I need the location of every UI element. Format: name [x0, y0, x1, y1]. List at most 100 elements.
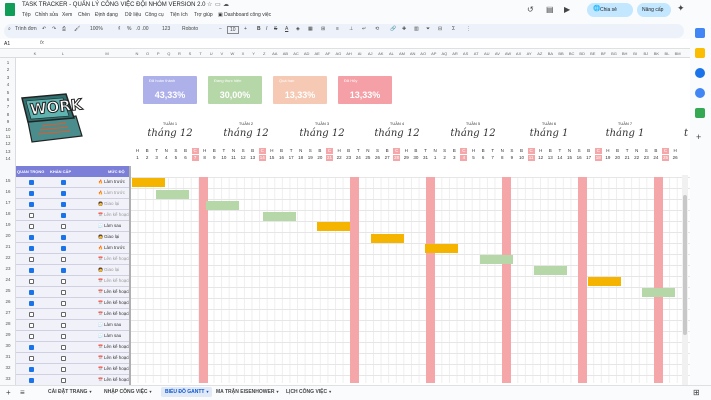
strikethrough-icon[interactable]: S	[274, 26, 277, 32]
column-letter[interactable]: W	[227, 51, 237, 56]
column-letter[interactable]: BM	[673, 51, 683, 56]
table-row[interactable]: 📅Lên kế hoạch	[16, 375, 131, 385]
sheet-tab[interactable]: BIỂU ĐỒ GANTT ▾	[161, 387, 213, 397]
important-checkbox[interactable]	[29, 246, 34, 251]
urgent-checkbox[interactable]	[61, 180, 66, 185]
menu-file[interactable]: Tệp	[22, 12, 31, 18]
all-sheets-icon[interactable]: ≡	[20, 388, 25, 397]
table-row[interactable]: 📅Lên kế hoạch	[16, 298, 131, 309]
important-checkbox[interactable]	[29, 290, 34, 295]
gantt-bar[interactable]	[480, 255, 513, 264]
functions-icon[interactable]: Σ	[452, 26, 455, 32]
column-letter[interactable]: V	[217, 51, 227, 56]
table-row[interactable]: 🧾Làm sau	[16, 320, 129, 331]
row-number[interactable]: 1	[0, 60, 16, 65]
column-letter[interactable]: BL	[662, 51, 672, 56]
filter-icon[interactable]: ⏷	[426, 26, 430, 32]
row-number[interactable]: 4	[0, 82, 16, 87]
wrap-icon[interactable]: ↵	[362, 26, 366, 32]
filter-views-icon[interactable]: ⊟	[438, 26, 442, 32]
column-letter[interactable]: BF	[598, 51, 608, 56]
column-letter[interactable]: AP	[429, 51, 439, 56]
menu-format[interactable]: Định dạng	[95, 12, 118, 18]
sheet-tab[interactable]: NHẬP CÔNG VIỆC ▾	[104, 389, 152, 395]
scrollbar-thumb[interactable]	[683, 195, 687, 335]
table-row[interactable]: 📅Lên kế hoạch	[16, 276, 131, 287]
column-letter[interactable]: AZ	[535, 51, 545, 56]
column-letter[interactable]: AJ	[365, 51, 375, 56]
row-number[interactable]: 29	[0, 332, 16, 337]
add-sheet-icon[interactable]: +	[6, 388, 11, 397]
column-letter[interactable]: T	[196, 51, 206, 56]
urgent-checkbox[interactable]	[61, 290, 66, 295]
urgent-checkbox[interactable]	[61, 213, 66, 218]
number-format[interactable]: 123	[162, 26, 170, 32]
table-row[interactable]: 📅Lên kế hoạch	[16, 364, 131, 375]
important-checkbox[interactable]	[29, 356, 34, 361]
table-row[interactable]: 📅Lên kế hoạch	[16, 309, 131, 320]
row-number[interactable]: 24	[0, 277, 16, 282]
comment-add-icon[interactable]: ✚	[402, 26, 406, 32]
column-letter[interactable]: AQ	[439, 51, 449, 56]
important-checkbox[interactable]	[29, 257, 34, 262]
gantt-bar[interactable]	[371, 234, 404, 243]
tab-dropdown-icon[interactable]: ▾	[89, 389, 91, 394]
urgent-checkbox[interactable]	[61, 202, 66, 207]
gantt-bar[interactable]	[263, 212, 296, 221]
table-row[interactable]: 🧾Làm sau	[16, 221, 129, 232]
row-number[interactable]: 3	[0, 75, 16, 80]
urgent-checkbox[interactable]	[61, 279, 66, 284]
column-letter[interactable]: AT	[471, 51, 481, 56]
tab-dropdown-icon[interactable]: ▾	[329, 389, 331, 394]
important-checkbox[interactable]	[29, 180, 34, 185]
column-letter[interactable]: M	[102, 51, 112, 56]
row-number[interactable]: 25	[0, 288, 16, 293]
tab-dropdown-icon[interactable]: ▾	[150, 389, 152, 394]
sheet-grid[interactable]: K L M N O P Q R S T U V W X Y Z AA AB AC AD AE AF AG AH AI AJ AK AL…	[0, 50, 690, 385]
row-number[interactable]: 23	[0, 266, 16, 271]
gantt-bar[interactable]	[588, 277, 621, 286]
table-row[interactable]: 📅Lên kế hoạch	[16, 254, 131, 265]
font-select[interactable]: Roboto	[182, 26, 198, 32]
menu-tools[interactable]: Công cụ	[145, 12, 164, 18]
decimal-format[interactable]: .0 .00	[136, 26, 149, 32]
urgent-checkbox[interactable]	[61, 334, 66, 339]
column-letter[interactable]: U	[206, 51, 216, 56]
urgent-checkbox[interactable]	[61, 323, 66, 328]
row-number[interactable]: 31	[0, 354, 16, 359]
important-checkbox[interactable]	[29, 213, 34, 218]
table-row[interactable]: 🔥Làm trước	[16, 177, 129, 188]
column-letter[interactable]: BC	[567, 51, 577, 56]
contacts-icon[interactable]	[695, 88, 705, 98]
column-letter[interactable]: AH	[344, 51, 354, 56]
row-number[interactable]: 15	[0, 178, 16, 183]
urgent-checkbox[interactable]	[61, 235, 66, 240]
gantt-bar[interactable]	[642, 288, 675, 297]
urgent-checkbox[interactable]	[61, 378, 66, 383]
column-letter[interactable]: BH	[620, 51, 630, 56]
menu-data[interactable]: Dữ liệu	[125, 12, 141, 18]
row-number[interactable]: 2	[0, 67, 16, 72]
important-checkbox[interactable]	[29, 224, 34, 229]
gantt-bar[interactable]	[425, 244, 458, 253]
urgent-checkbox[interactable]	[61, 345, 66, 350]
row-number[interactable]: 7	[0, 104, 16, 109]
column-letter[interactable]: BD	[577, 51, 587, 56]
row-number[interactable]: 30	[0, 343, 16, 348]
table-row[interactable]: 📅Lên kế hoạch	[16, 342, 131, 353]
column-letter[interactable]: BK	[651, 51, 661, 56]
font-size-increase-icon[interactable]: +	[244, 26, 247, 32]
row-number[interactable]: 28	[0, 321, 16, 326]
menu-edit[interactable]: Chỉnh sửa	[35, 12, 58, 18]
document-title[interactable]: TASK TRACKER - QUẢN LÝ CÔNG VIỆC ĐỘI NHÓ…	[22, 2, 205, 8]
row-number[interactable]: 11	[0, 134, 16, 139]
add-addon-icon[interactable]: +	[696, 132, 701, 142]
important-checkbox[interactable]	[29, 334, 34, 339]
column-letter[interactable]: R	[174, 51, 184, 56]
redo-icon[interactable]: ↷	[52, 26, 56, 32]
column-letter[interactable]: AR	[450, 51, 460, 56]
row-number[interactable]: 32	[0, 365, 16, 370]
table-row[interactable]: 🔥Làm trước	[16, 188, 129, 199]
row-number[interactable]: 17	[0, 200, 16, 205]
menu-extensions[interactable]: Tiện ích	[170, 12, 188, 18]
